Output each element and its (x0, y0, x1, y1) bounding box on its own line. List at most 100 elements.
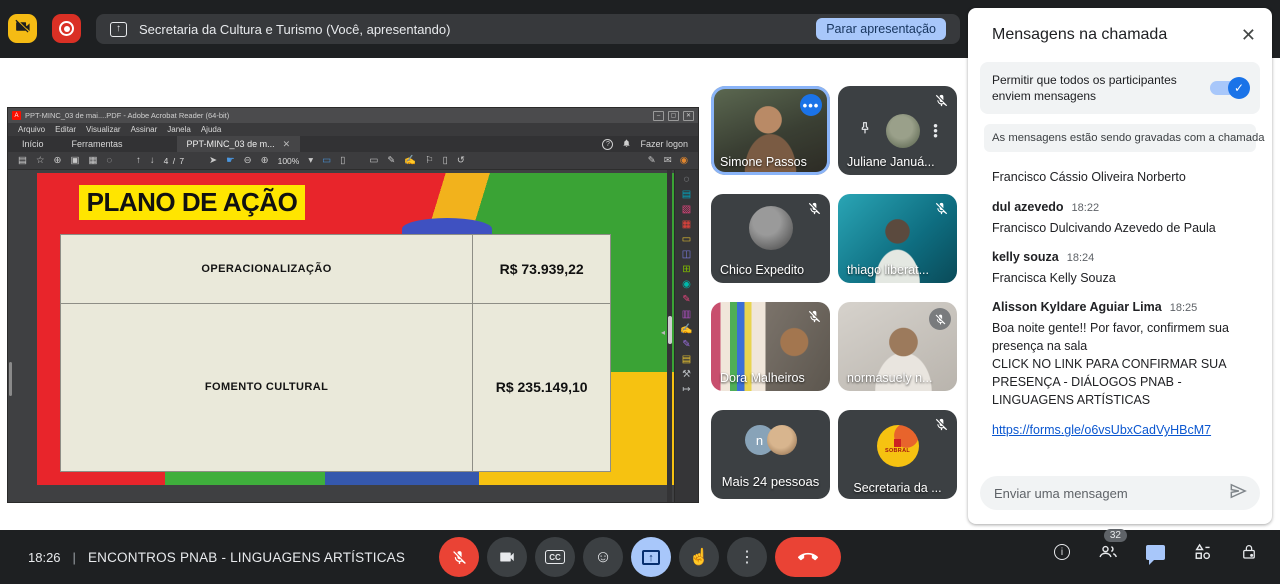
activities-button[interactable] (1192, 542, 1213, 562)
presenting-label: Secretaria da Cultura e Turismo (Você, a… (139, 22, 450, 37)
acrobat-tools-panel: ◌ ▤ ▧ ▦ ▭ ◫ ⊞ ◉ ✎ ▥ ✍ ✎ ▤ ⚒ ↦ (674, 170, 698, 502)
menu-editar[interactable]: Editar (55, 125, 76, 134)
message-link[interactable]: https://forms.gle/o6vsUbxCadVyHBcM7 (992, 423, 1211, 437)
zoom-in-icon[interactable]: ⊕ (261, 156, 269, 166)
comment-icon[interactable]: ▭ (369, 156, 378, 166)
page-down-icon[interactable]: ↓ (150, 156, 155, 166)
menu-arquivo[interactable]: Arquivo (18, 125, 45, 134)
more-options-icon[interactable]: ••• (800, 94, 822, 116)
document-scrollbar[interactable] (667, 170, 672, 502)
pen-icon[interactable]: ✎ (648, 156, 656, 166)
star-icon[interactable]: ☆ (36, 156, 45, 166)
restore-icon[interactable]: ▢ (668, 111, 679, 121)
copy-tool-icon[interactable]: ▤ (682, 355, 691, 365)
overflow-tile-mais-pessoas[interactable]: n Mais 24 pessoas (711, 410, 830, 499)
page-up-icon[interactable]: ↑ (136, 156, 141, 166)
fit-page-icon[interactable]: ▯ (340, 156, 345, 166)
search-icon[interactable]: ◌ (106, 156, 112, 166)
avatar (767, 425, 797, 455)
tile-menu-icon[interactable]: ••• (933, 123, 938, 138)
chat-message-input[interactable] (994, 486, 1228, 501)
end-call-button[interactable] (775, 537, 841, 577)
delete-icon[interactable]: ▯ (443, 156, 448, 166)
more-options-button[interactable]: ⋮ (727, 537, 767, 577)
stamp-tool-icon[interactable]: ✍ (680, 325, 692, 335)
protect-tool-icon[interactable]: ▥ (682, 310, 691, 320)
print-icon[interactable]: ▦ (88, 156, 97, 166)
stop-presenting-button[interactable]: Parar apresentação (816, 18, 946, 40)
expand-panel-icon[interactable]: ↦ (682, 385, 690, 395)
tab-inicio[interactable]: Início (8, 139, 58, 149)
camera-button[interactable] (487, 537, 527, 577)
pin-icon[interactable] (857, 120, 873, 141)
collapse-panel-icon[interactable]: ◂ (661, 328, 665, 337)
scan-tool-icon[interactable]: ◉ (682, 280, 691, 290)
recording-chip[interactable] (52, 14, 81, 43)
more-tools-icon[interactable]: ⚒ (682, 370, 691, 380)
account-icon[interactable]: ◉ (680, 156, 688, 166)
menu-visualizar[interactable]: Visualizar (86, 125, 121, 134)
fazer-logon-button[interactable]: Fazer logon (640, 139, 688, 149)
left-scrollbar-thumb[interactable] (9, 362, 12, 396)
close-tab-icon[interactable]: ✕ (283, 139, 291, 150)
scrollbar-thumb[interactable] (668, 316, 672, 344)
document-tab[interactable]: PPT-MINC_03 de m... ✕ (177, 136, 301, 152)
comment-tool-icon[interactable]: ▭ (682, 235, 691, 245)
menu-ajuda[interactable]: Ajuda (201, 125, 221, 134)
organize-pages-tool-icon[interactable]: ▧ (682, 205, 691, 215)
participant-tile-secretaria[interactable]: SOBRAL Secretaria da ... (838, 410, 957, 499)
allow-messages-toggle[interactable]: ✓ (1210, 81, 1248, 95)
edit-pdf-tool-icon[interactable]: ⊞ (682, 265, 690, 275)
fill-sign-tool-icon[interactable]: ✎ (682, 295, 690, 305)
zoom-dropdown-icon[interactable]: ▾ (308, 156, 313, 166)
chat-panel: Mensagens na chamada ✕ Permitir que todo… (968, 8, 1272, 524)
host-controls-button[interactable] (1240, 542, 1258, 562)
sign-icon[interactable]: ✍ (404, 156, 416, 166)
acrobat-title-bar[interactable]: A PPT-MINC_03 de mai....PDF - Adobe Acro… (8, 108, 698, 123)
export-pdf-tool-icon[interactable]: ▤ (682, 190, 691, 200)
create-pdf-tool-icon[interactable]: ▦ (682, 220, 691, 230)
participant-tile-thiago[interactable]: thiago liberat... (838, 194, 957, 283)
page-icon[interactable]: ▣ (70, 156, 79, 166)
close-chat-icon[interactable]: ✕ (1241, 26, 1256, 44)
undo-icon[interactable]: ↺ (457, 156, 465, 166)
select-tool-icon[interactable]: ➤ (209, 156, 217, 166)
mail-icon[interactable]: ✉ (664, 156, 672, 166)
meeting-details-button[interactable]: i (1054, 544, 1070, 560)
participant-tile-juliane[interactable]: ••• Juliane Januá... (838, 86, 957, 175)
participant-tile-simone[interactable]: ••• Simone Passos (711, 86, 830, 175)
page-indicator[interactable]: 4 / 7 (164, 156, 186, 166)
chat-button[interactable] (1146, 545, 1165, 560)
search-tool-icon[interactable]: ◌ (684, 175, 690, 185)
combine-files-tool-icon[interactable]: ◫ (682, 250, 691, 260)
participant-tile-normasuely[interactable]: normasuely n... (838, 302, 957, 391)
zoom-out-icon[interactable]: ⊖ (244, 156, 252, 166)
highlight-icon[interactable]: ✎ (387, 156, 395, 166)
measure-tool-icon[interactable]: ✎ (682, 340, 690, 350)
share-icon[interactable]: ⊕ (54, 156, 62, 166)
reactions-button[interactable]: ☺ (583, 537, 623, 577)
menu-janela[interactable]: Janela (167, 125, 191, 134)
mic-button[interactable] (439, 537, 479, 577)
close-icon[interactable]: ✕ (683, 111, 694, 121)
hand-tool-icon[interactable]: ☛ (226, 156, 235, 166)
save-icon[interactable]: ▤ (18, 156, 27, 166)
present-button[interactable]: ↑ (631, 537, 671, 577)
people-button[interactable]: 32 (1097, 542, 1119, 562)
chat-permission-label: Permitir que todos os participantes envi… (992, 72, 1197, 104)
send-message-icon[interactable] (1228, 481, 1248, 506)
zoom-level[interactable]: 100% (278, 156, 300, 166)
captions-button[interactable]: CC (535, 537, 575, 577)
raise-hand-button[interactable]: ☝ (679, 537, 719, 577)
camera-off-chip[interactable] (8, 14, 37, 43)
participant-tile-chico[interactable]: Chico Expedito (711, 194, 830, 283)
menu-assinar[interactable]: Assinar (131, 125, 158, 134)
participant-tile-dora[interactable]: Dora Malheiros (711, 302, 830, 391)
help-icon[interactable]: ? (602, 139, 613, 150)
stamp-icon[interactable]: ⚐ (425, 156, 434, 166)
message-sender: dul azevedo (992, 200, 1064, 214)
fit-width-icon[interactable]: ▭ (322, 156, 331, 166)
minimize-icon[interactable]: – (653, 111, 664, 121)
bell-icon[interactable] (622, 138, 631, 150)
tab-ferramentas[interactable]: Ferramentas (58, 139, 137, 149)
